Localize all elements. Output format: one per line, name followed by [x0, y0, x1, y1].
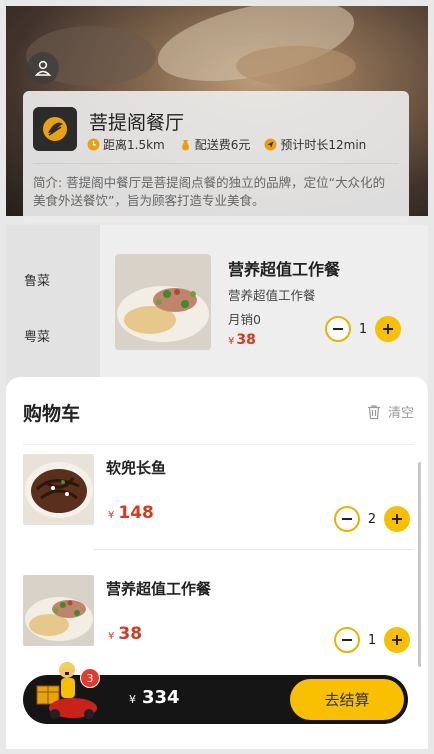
cart-title: 购物车	[23, 403, 81, 425]
cart-count-badge: 3	[80, 668, 100, 688]
plus-icon	[383, 324, 393, 334]
plus-icon	[392, 635, 402, 645]
clear-cart-button[interactable]: 清空	[366, 402, 414, 421]
cart-item-plus-button[interactable]	[384, 627, 410, 653]
minus-icon	[342, 518, 352, 520]
cart-item-name: 营养超值工作餐	[106, 580, 212, 598]
dish-image	[115, 254, 211, 350]
cart-item-quantity: 1	[367, 632, 377, 648]
minus-icon	[342, 639, 352, 641]
shop-intro: 简介: 菩提阁中餐厅是菩提阁点餐的独立的品牌，定位“大众化的美食外送餐饮”，旨为…	[33, 175, 386, 208]
dish-monthly-sales: 月销0	[228, 312, 261, 327]
cart-item-price: ¥38	[108, 624, 143, 644]
delivery-mascot-icon[interactable]	[33, 658, 103, 720]
delivery-fee-info: 配送费6元	[179, 136, 250, 153]
dish-quantity: 1	[358, 321, 368, 337]
cart-item-quantity: 2	[367, 511, 377, 527]
dish-minus-button[interactable]	[325, 316, 351, 342]
cart-total: ¥334	[129, 687, 180, 708]
navigation-icon	[264, 138, 277, 151]
shop-logo-icon	[43, 117, 67, 141]
shop-logo	[33, 107, 77, 151]
user-icon	[34, 60, 52, 76]
money-bag-icon	[179, 138, 192, 151]
cart-item-plus-button[interactable]	[384, 506, 410, 532]
card-divider	[33, 163, 399, 164]
cart-scrollbar[interactable]	[418, 462, 421, 667]
menu-list: 营养超值工作餐 营养超值工作餐 月销0 ¥38 1	[100, 225, 428, 385]
cart-item-image	[23, 575, 94, 646]
cart-item-quantity-stepper: 1	[334, 627, 410, 653]
plus-icon	[392, 514, 402, 524]
minus-icon	[333, 328, 343, 330]
cart-item-quantity-stepper: 2	[334, 506, 410, 532]
cart-item-minus-button[interactable]	[334, 627, 360, 653]
dish-subtitle: 营养超值工作餐	[228, 288, 316, 303]
dish-title: 营养超值工作餐	[228, 260, 341, 279]
shop-info-card: 菩提阁餐厅 距离1.5km 配送费6元 预计时长12min 简介: 菩提阁中餐厅…	[23, 91, 409, 223]
cart-item-price: ¥148	[108, 503, 154, 523]
trash-icon	[366, 404, 382, 420]
category-item-lu[interactable]: 鲁菜	[24, 270, 50, 289]
dish-quantity-stepper: 1	[325, 316, 401, 342]
checkout-button[interactable]: 去结算	[290, 679, 404, 720]
eta-info: 预计时长12min	[264, 136, 366, 153]
cart-item-image	[23, 454, 94, 525]
category-sidebar: 鲁菜 粤菜	[6, 225, 100, 385]
shop-meta: 距离1.5km 配送费6元 预计时长12min	[87, 136, 380, 153]
clock-icon	[87, 138, 100, 151]
user-avatar-button[interactable]	[27, 52, 59, 84]
dish-plus-button[interactable]	[375, 316, 401, 342]
cart-item-divider	[94, 549, 414, 550]
cart-item-minus-button[interactable]	[334, 506, 360, 532]
category-item-yue[interactable]: 粤菜	[24, 326, 50, 345]
cart-header-divider	[23, 444, 414, 445]
dish-price: ¥38	[228, 332, 256, 348]
distance-info: 距离1.5km	[87, 136, 165, 153]
shop-name: 菩提阁餐厅	[89, 112, 185, 134]
cart-item-name: 软兜长鱼	[106, 459, 167, 477]
